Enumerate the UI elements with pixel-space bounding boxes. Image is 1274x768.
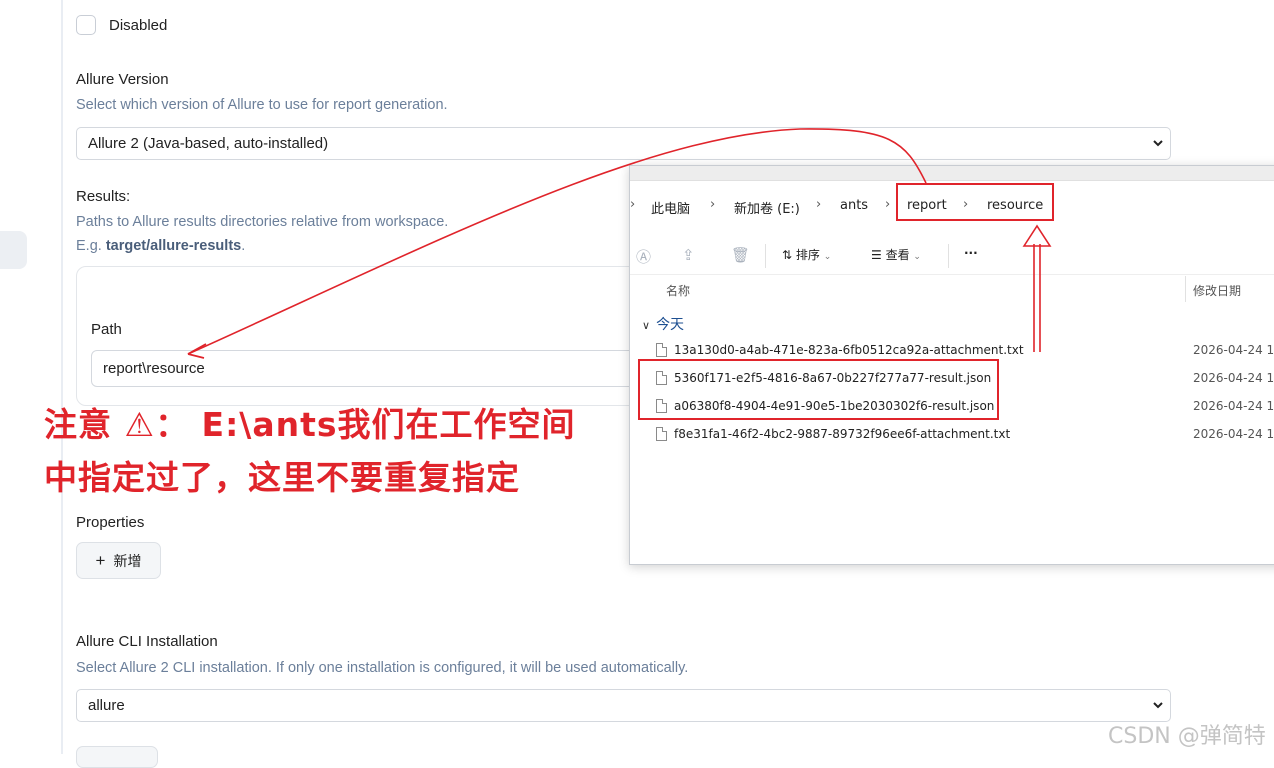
annotation-line-2: 中指定过了，这里不要重复指定: [44, 458, 520, 497]
curved-arrow: [187, 128, 927, 355]
watermark: CSDN @弹简特: [1108, 724, 1266, 749]
up-arrow: [1022, 224, 1052, 352]
curved-arrow-head: [187, 343, 207, 359]
annotation-line-1: 注意 ⚠： E:\ants我们在工作空间: [44, 405, 576, 444]
annotation-arrows: [187, 128, 1052, 359]
warning-annotation: 注意 ⚠： E:\ants我们在工作空间 中指定过了，这里不要重复指定: [44, 398, 576, 504]
